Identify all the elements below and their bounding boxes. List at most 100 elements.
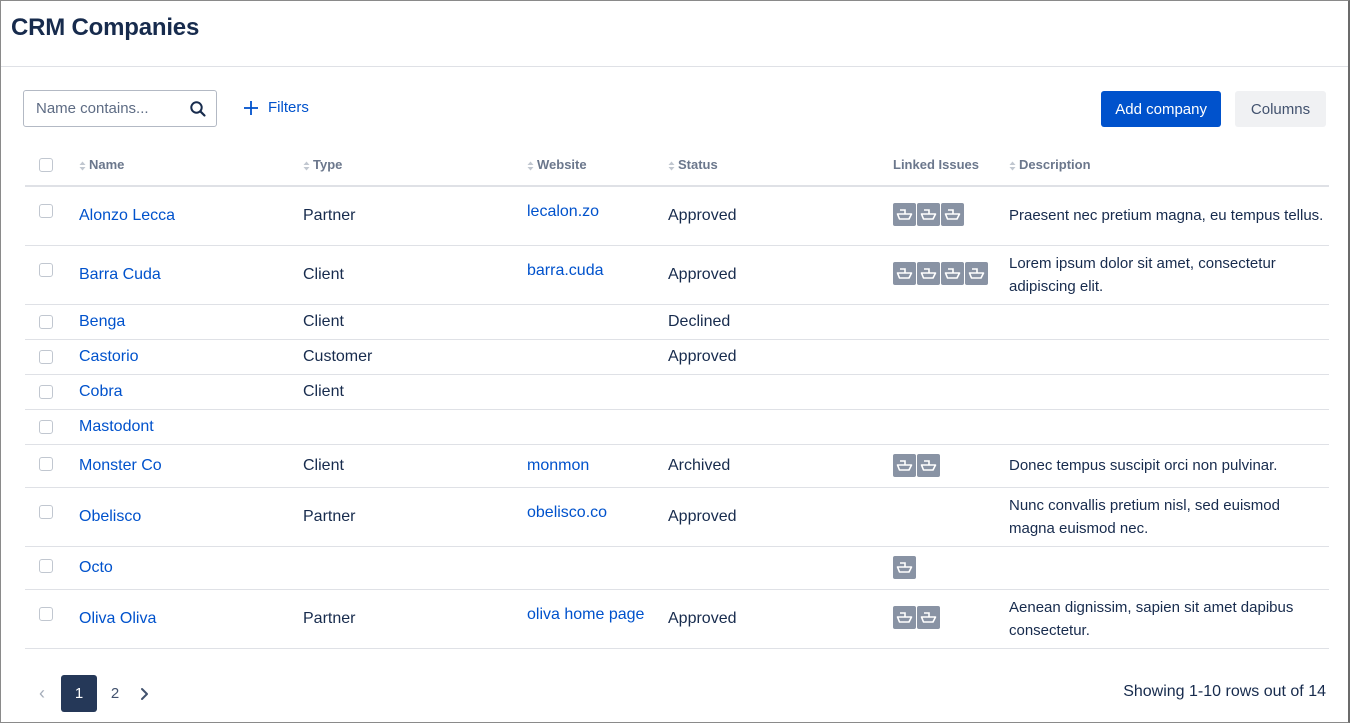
website-cell: monmon [527,444,668,488]
row-checkbox[interactable] [39,349,53,364]
name-cell: Oliva Oliva [79,589,303,649]
name-cell: Mastodont [79,409,303,445]
select-all-cell [25,144,79,187]
status-cell: Declined [668,304,893,340]
company-name-link[interactable]: Barra Cuda [79,266,161,283]
website-link[interactable]: oliva home page [527,606,644,623]
type-cell: Partner [303,186,527,246]
status-cell: Approved [668,589,893,649]
status-cell: Archived [668,444,893,488]
table-row: Mastodont [25,409,1329,445]
page-header: CRM Companies [1,1,1348,67]
company-name-link[interactable]: Oliva Oliva [79,610,156,627]
select-all-checkbox[interactable] [39,157,53,172]
website-link[interactable]: obelisco.co [527,504,607,521]
table-row: Obelisco Partner obelisco.co Approved Nu… [25,487,1329,547]
website-link[interactable]: monmon [527,457,589,474]
add-company-button[interactable]: Add company [1101,91,1221,127]
column-header-name[interactable]: Name [79,144,303,187]
column-header-label: Linked Issues [893,157,979,172]
sort-icon [668,161,675,171]
filters-button[interactable]: Filters [243,99,309,116]
company-name-link[interactable]: Castorio [79,348,139,365]
ship-icon[interactable] [917,453,940,477]
type-cell: Client [303,374,527,410]
ship-icon[interactable] [893,261,916,285]
website-cell [527,339,668,375]
row-select-cell [25,304,79,340]
table-row: Alonzo Lecca Partner lecalon.zo Approved… [25,186,1329,246]
ship-icon[interactable] [917,261,940,285]
company-name-link[interactable]: Monster Co [79,457,162,474]
description-cell: Aenean dignissim, sapien sit amet dapibu… [1009,589,1329,649]
row-checkbox[interactable] [39,262,53,277]
ship-icon[interactable] [917,203,940,226]
column-header-website[interactable]: Website [527,144,668,187]
row-checkbox[interactable] [39,314,53,329]
ship-icon[interactable] [965,261,988,285]
linked-issues-cell [893,245,1009,305]
row-checkbox[interactable] [39,419,53,434]
company-name-link[interactable]: Cobra [79,383,123,400]
company-name-link[interactable]: Octo [79,559,113,576]
search-input[interactable] [24,91,174,126]
row-checkbox[interactable] [39,456,53,471]
status-cell: Approved [668,339,893,375]
column-header-type[interactable]: Type [303,144,527,187]
description-cell: Donec tempus suscipit orci non pulvinar. [1009,444,1329,488]
row-checkbox[interactable] [39,384,53,399]
type-cell: Client [303,304,527,340]
columns-button[interactable]: Columns [1235,91,1326,127]
page-button-2[interactable]: 2 [105,685,125,702]
ship-icon[interactable] [893,605,916,629]
type-cell: Customer [303,339,527,375]
chevron-right-icon[interactable] [137,687,151,701]
company-name-link[interactable]: Benga [79,313,125,330]
website-cell: lecalon.zo [527,186,668,246]
linked-issues-cell [893,409,1009,445]
column-header-linked-issues: Linked Issues [893,144,1009,187]
sort-icon [1009,161,1016,171]
type-cell: Partner [303,589,527,649]
page-button-1[interactable]: 1 [61,675,97,712]
website-cell [527,546,668,590]
ship-icon[interactable] [893,555,916,579]
ship-icon[interactable] [941,203,964,226]
website-link[interactable]: lecalon.zo [527,203,599,220]
page-title: CRM Companies [11,14,200,41]
company-name-link[interactable]: Obelisco [79,508,141,525]
linked-issues-cell [893,444,1009,488]
column-header-description[interactable]: Description [1009,144,1329,187]
row-select-cell [25,546,79,590]
name-cell: Octo [79,546,303,590]
row-select-cell [25,487,79,547]
ship-icon[interactable] [941,261,964,285]
search-icon[interactable] [189,100,207,118]
company-name-link[interactable]: Alonzo Lecca [79,207,175,224]
website-link[interactable]: barra.cuda [527,262,604,279]
name-cell: Monster Co [79,444,303,488]
description-cell: Nunc convallis pretium nisl, sed euismod… [1009,487,1329,547]
chevron-left-icon[interactable]: ‹ [35,683,49,704]
column-header-status[interactable]: Status [668,144,893,187]
linked-issues [893,453,1009,477]
row-select-cell [25,374,79,410]
description-cell: Praesent nec pretium magna, eu tempus te… [1009,186,1329,246]
sort-icon [79,161,86,171]
table-row: Oliva Oliva Partner oliva home page Appr… [25,589,1329,649]
row-checkbox[interactable] [39,204,53,218]
ship-icon[interactable] [917,605,940,629]
crm-companies-page: CRM Companies Filters Add company Column… [0,0,1350,723]
ship-icon[interactable] [893,453,916,477]
company-name-link[interactable]: Mastodont [79,418,154,435]
status-cell: Approved [668,245,893,305]
row-checkbox[interactable] [39,558,53,573]
linked-issues-cell [893,186,1009,246]
column-header-label: Status [678,157,718,172]
ship-icon[interactable] [893,203,916,226]
table-header-row: Name Type Website Status Linked Issues D… [25,144,1329,187]
name-cell: Obelisco [79,487,303,547]
row-checkbox[interactable] [39,504,53,519]
status-cell: Approved [668,186,893,246]
row-checkbox[interactable] [39,606,53,621]
